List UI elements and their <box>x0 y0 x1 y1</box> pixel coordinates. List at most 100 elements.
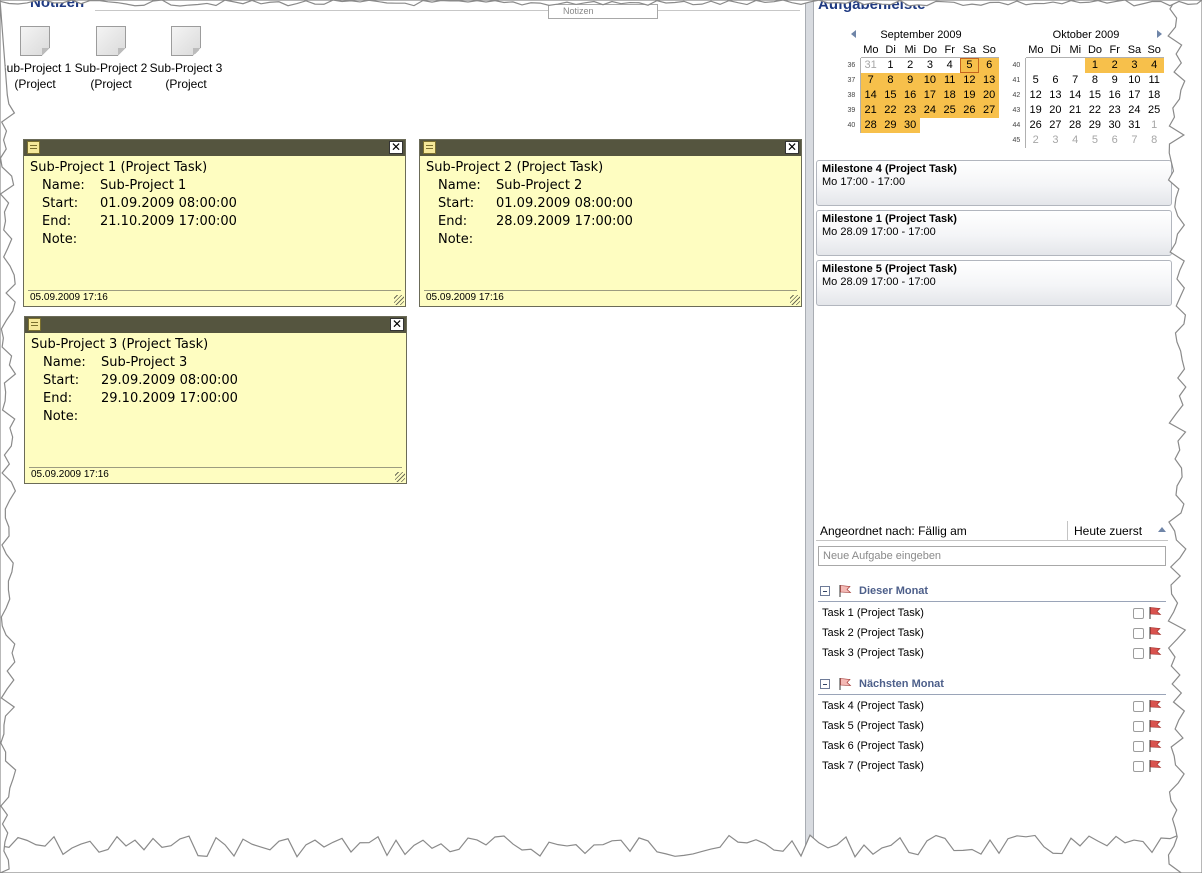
calendar-day[interactable]: 26 <box>959 103 980 118</box>
week-number[interactable]: 42 <box>1008 88 1026 103</box>
calendar-day[interactable]: 7 <box>1125 133 1145 148</box>
task-item[interactable]: Task 2 (Project Task) <box>818 623 1166 643</box>
calendar-day[interactable]: 20 <box>979 88 1000 103</box>
appointment-item[interactable]: Milestone 5 (Project Task) Mo 28.09 17:0… <box>816 260 1172 306</box>
calendar-day[interactable]: 16 <box>1105 88 1125 103</box>
week-number[interactable]: 44 <box>1008 118 1026 133</box>
calendar-day[interactable]: 15 <box>1085 88 1105 103</box>
calendar-day[interactable]: 14 <box>1065 88 1085 103</box>
resize-grip-icon[interactable] <box>790 295 800 305</box>
calendar-day[interactable]: 12 <box>1026 88 1046 103</box>
flag-icon[interactable] <box>1148 646 1162 660</box>
task-complete-checkbox[interactable] <box>1133 701 1144 712</box>
calendar-day[interactable]: 11 <box>939 73 960 88</box>
calendar-day[interactable]: 23 <box>900 103 921 118</box>
calendar-day[interactable]: 24 <box>920 103 940 118</box>
calendar-day[interactable]: 29 <box>880 118 901 133</box>
task-label[interactable]: Task 5 (Project Task) <box>822 716 924 736</box>
sticky-note-1[interactable]: ✕ Sub-Project 1 (Project Task) Name: Sub-… <box>23 139 406 307</box>
calendar-day[interactable]: 7 <box>860 73 881 88</box>
collapse-icon[interactable] <box>820 679 830 689</box>
calendar-day[interactable]: 21 <box>1065 103 1085 118</box>
sticky-note-3[interactable]: ✕ Sub-Project 3 (Project Task) Name: Sub-… <box>24 316 407 484</box>
note-titlebar[interactable]: ✕ <box>24 140 405 156</box>
calendar-day[interactable]: 18 <box>939 88 960 103</box>
task-complete-checkbox[interactable] <box>1133 721 1144 732</box>
task-complete-checkbox[interactable] <box>1133 648 1144 659</box>
flag-icon[interactable] <box>1148 626 1162 640</box>
calendar-day[interactable]: 19 <box>959 88 980 103</box>
calendar-day[interactable]: 25 <box>1144 103 1164 118</box>
chevron-right-icon[interactable] <box>1157 30 1162 38</box>
chevron-left-icon[interactable] <box>851 30 856 38</box>
calendar-day[interactable]: 11 <box>1144 73 1164 88</box>
appointment-item[interactable]: Milestone 4 (Project Task) Mo 17:00 - 17… <box>816 160 1172 206</box>
calendar-day[interactable]: 29 <box>1085 118 1105 133</box>
task-item[interactable]: Task 6 (Project Task) <box>818 736 1166 756</box>
calendar-day[interactable]: 13 <box>979 73 1000 88</box>
week-number[interactable]: 38 <box>843 88 861 103</box>
calendar-day[interactable]: 6 <box>1046 73 1066 88</box>
note-titlebar[interactable]: ✕ <box>25 317 406 333</box>
task-item[interactable]: Task 7 (Project Task) <box>818 756 1166 776</box>
task-complete-checkbox[interactable] <box>1133 741 1144 752</box>
calendar-day[interactable]: 15 <box>880 88 901 103</box>
calendar-day[interactable]: 7 <box>1065 73 1085 88</box>
calendar-day[interactable]: 1 <box>881 58 901 73</box>
collapse-icon[interactable] <box>820 586 830 596</box>
calendar-day[interactable]: 8 <box>1085 73 1105 88</box>
calendar-day[interactable]: 18 <box>1144 88 1164 103</box>
calendar-day[interactable]: 4 <box>1144 58 1165 73</box>
calendar-day[interactable]: 14 <box>860 88 881 103</box>
arranged-by-label[interactable]: Angeordnet nach: Fällig am <box>820 521 967 541</box>
note-titlebar[interactable]: ✕ <box>420 140 801 156</box>
calendar-day[interactable]: 3 <box>920 58 940 73</box>
task-item[interactable]: Task 4 (Project Task) <box>818 696 1166 716</box>
week-number[interactable]: 45 <box>1008 133 1026 148</box>
calendar-day[interactable]: 10 <box>920 73 940 88</box>
note-icon-item-2[interactable]: Sub-Project 2 (Project <box>71 26 151 92</box>
week-number[interactable]: 36 <box>843 58 861 73</box>
calendar-day[interactable]: 5 <box>959 58 980 73</box>
calendar-day[interactable]: 3 <box>1124 58 1145 73</box>
calendar-day[interactable]: 1 <box>1085 58 1105 73</box>
task-complete-checkbox[interactable] <box>1133 608 1144 619</box>
calendar-day[interactable]: 30 <box>1105 118 1125 133</box>
calendar-day[interactable]: 30 <box>900 118 921 133</box>
note-icon-item-3[interactable]: Sub-Project 3 (Project <box>146 26 226 92</box>
task-group-header[interactable]: Dieser Monat <box>818 580 1166 602</box>
note-body[interactable]: Sub-Project 3 (Project Task) Name: Sub-Pr… <box>25 333 406 429</box>
calendar-day[interactable]: 9 <box>900 73 921 88</box>
calendar-day[interactable]: 8 <box>880 73 901 88</box>
task-label[interactable]: Task 6 (Project Task) <box>822 736 924 756</box>
sort-order-label[interactable]: Heute zuerst <box>1067 521 1142 541</box>
note-body[interactable]: Sub-Project 2 (Project Task) Name: Sub-Pr… <box>420 156 801 252</box>
calendar-day[interactable]: 12 <box>959 73 980 88</box>
flag-icon[interactable] <box>1148 759 1162 773</box>
calendar-day[interactable]: 22 <box>1085 103 1105 118</box>
resize-grip-icon[interactable] <box>394 295 404 305</box>
flag-icon[interactable] <box>1148 719 1162 733</box>
calendar-day[interactable]: 3 <box>1046 133 1066 148</box>
calendar-day[interactable]: 4 <box>940 58 960 73</box>
flag-icon[interactable] <box>1148 699 1162 713</box>
calendar-day[interactable]: 2 <box>900 58 920 73</box>
task-complete-checkbox[interactable] <box>1133 761 1144 772</box>
calendar-day[interactable]: 21 <box>860 103 881 118</box>
calendar-day[interactable]: 31 <box>1125 118 1145 133</box>
calendar-day[interactable]: 16 <box>900 88 921 103</box>
task-arrange-bar[interactable]: Angeordnet nach: Fällig am Heute zuerst <box>816 521 1168 541</box>
calendar-day[interactable]: 5 <box>1026 73 1046 88</box>
sort-up-icon[interactable] <box>1158 527 1166 532</box>
task-item[interactable]: Task 1 (Project Task) <box>818 603 1166 623</box>
note-icon-item-1[interactable]: Sub-Project 1 (Project <box>0 26 75 92</box>
calendar-day[interactable]: 17 <box>1125 88 1145 103</box>
calendar-day[interactable]: 26 <box>1026 118 1046 133</box>
calendar-day[interactable]: 1 <box>1144 118 1164 133</box>
close-icon[interactable]: ✕ <box>390 318 404 331</box>
flag-icon[interactable] <box>1148 739 1162 753</box>
calendar-day[interactable]: 6 <box>979 58 1000 73</box>
task-group-header[interactable]: Nächsten Monat <box>818 673 1166 695</box>
calendar-day[interactable]: 23 <box>1105 103 1125 118</box>
calendar-day[interactable]: 19 <box>1026 103 1046 118</box>
